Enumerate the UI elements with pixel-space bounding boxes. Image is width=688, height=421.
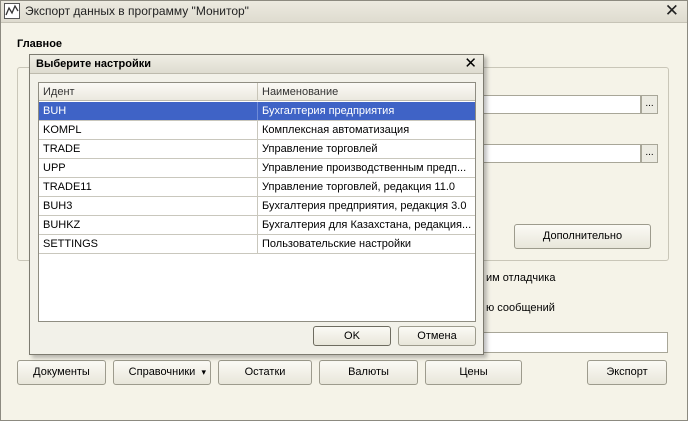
balances-button[interactable]: Остатки	[218, 360, 312, 385]
column-header-name[interactable]: Наименование	[257, 83, 475, 101]
documents-button[interactable]: Документы	[17, 360, 106, 385]
cell-name: Комплексная автоматизация	[257, 121, 475, 139]
cell-id: BUH3	[43, 200, 73, 212]
table-row[interactable]: TRADE11 Управление торговлей, редакция 11…	[39, 178, 475, 197]
main-window: Экспорт данных в программу "Монитор" ✕ Г…	[0, 0, 688, 421]
settings-dialog: Выберите настройки ✕ Идент Наименование …	[29, 54, 484, 355]
currencies-button[interactable]: Валюты	[319, 360, 418, 385]
column-header-id[interactable]: Идент	[39, 83, 257, 101]
dialog-titlebar[interactable]: Выберите настройки ✕	[30, 54, 483, 74]
cell-id: BUHKZ	[43, 219, 81, 231]
export-button[interactable]: Экспорт	[587, 360, 667, 385]
cell-name: Управление торговлей, редакция 11.0	[257, 178, 475, 196]
cell-id: BUH	[43, 105, 67, 117]
cell-name: Бухгалтерия предприятия	[257, 102, 475, 120]
ok-button[interactable]: OK	[313, 326, 391, 346]
path-select-button-1[interactable]: ...	[641, 95, 658, 114]
path-select-button-2[interactable]: ...	[641, 144, 658, 163]
table-row[interactable]: BUHKZ Бухгалтерия для Казахстана, редакци…	[39, 216, 475, 235]
cancel-button[interactable]: Отмена	[398, 326, 476, 346]
directories-button[interactable]: Справочники ▾	[113, 360, 211, 385]
table-row[interactable]: KOMPL Комплексная автоматизация	[39, 121, 475, 140]
cell-id: TRADE11	[43, 181, 92, 193]
debugger-mode-label: им отладчика	[486, 272, 556, 284]
app-icon	[4, 3, 20, 19]
cell-name: Бухгалтерия для Казахстана, редакция...	[257, 216, 475, 234]
table-row[interactable]: BUH Бухгалтерия предприятия	[39, 102, 475, 121]
bottom-field[interactable]	[481, 332, 668, 353]
window-close-icon[interactable]: ✕	[665, 1, 679, 21]
messages-label: ю сообщений	[486, 302, 555, 314]
window-title: Экспорт данных в программу "Монитор"	[25, 4, 249, 18]
cell-name: Бухгалтерия предприятия, редакция 3.0	[257, 197, 475, 215]
cell-id: KOMPL	[43, 124, 82, 136]
table-row[interactable]: SETTINGS Пользовательские настройки	[39, 235, 475, 254]
path-field-1[interactable]	[481, 95, 641, 114]
cell-name: Управление производственным предп...	[257, 159, 475, 177]
dialog-title: Выберите настройки	[36, 58, 152, 70]
cell-name: Пользовательские настройки	[257, 235, 475, 253]
window-titlebar[interactable]: Экспорт данных в программу "Монитор" ✕	[1, 1, 687, 23]
table-header: Идент Наименование	[39, 83, 475, 101]
section-title: Главное	[17, 38, 63, 50]
table-row[interactable]: TRADE Управление торговлей	[39, 140, 475, 159]
table-row[interactable]: UPP Управление производственным предп...	[39, 159, 475, 178]
cell-name: Управление торговлей	[257, 140, 475, 158]
settings-table[interactable]: Идент Наименование BUH Бухгалтерия предпр…	[38, 82, 476, 322]
cell-id: SETTINGS	[43, 238, 99, 250]
dropdown-arrow-icon: ▾	[201, 367, 206, 377]
path-field-2[interactable]	[481, 144, 641, 163]
additional-button[interactable]: Дополнительно	[514, 224, 651, 249]
directories-label: Справочники	[128, 366, 196, 378]
dialog-close-icon[interactable]: ✕	[464, 54, 477, 72]
cell-id: UPP	[43, 162, 66, 174]
prices-button[interactable]: Цены	[425, 360, 522, 385]
table-row[interactable]: BUH3 Бухгалтерия предприятия, редакция 3.…	[39, 197, 475, 216]
cell-id: TRADE	[43, 143, 81, 155]
